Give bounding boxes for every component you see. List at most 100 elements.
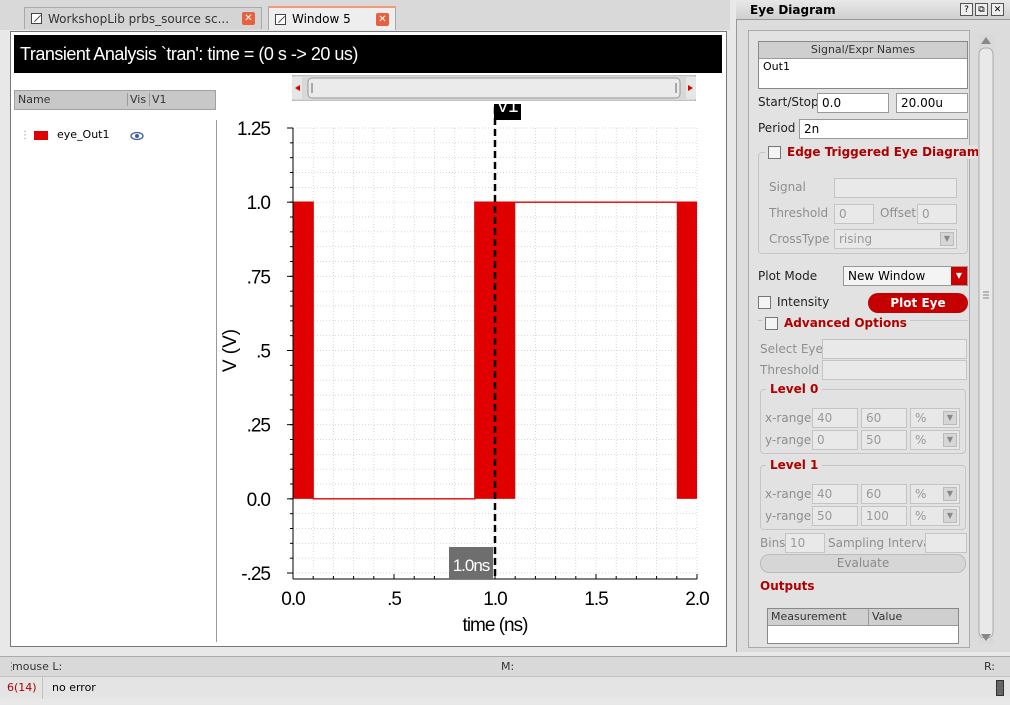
x-tick-label: 0.0 — [281, 589, 305, 610]
y-tick-label: 1.0 — [247, 193, 271, 214]
chevron-down-icon: ▼ — [943, 433, 957, 447]
intensity-toggle[interactable]: Intensity — [758, 295, 829, 309]
restore-icon[interactable]: ⧉ — [975, 3, 988, 16]
intensity-checkbox[interactable] — [758, 295, 771, 309]
level0-xunit-select[interactable]: % ▼ — [910, 408, 960, 428]
outputs-col-value[interactable]: Value — [868, 609, 902, 625]
tab-label: Window 5 — [292, 12, 351, 26]
chevron-down-icon: ▼ — [943, 411, 957, 425]
tab-window-5[interactable]: Window 5 ✕ — [268, 6, 396, 30]
legend-col-vis[interactable]: Vis — [127, 93, 146, 106]
bins-field[interactable]: 10 — [785, 533, 825, 553]
x-tick-label: .5 — [387, 589, 401, 610]
period-label: Period — [758, 121, 796, 135]
chevron-down-icon: ▼ — [943, 509, 957, 523]
close-icon[interactable]: ✕ — [376, 12, 389, 26]
plot-mode-select[interactable]: New Window ▼ — [843, 266, 968, 286]
chevron-down-icon: ▼ — [951, 267, 967, 285]
edge-triggered-toggle[interactable]: Edge Triggered Eye Diagram — [765, 145, 983, 159]
threshold-field[interactable]: 0 — [834, 204, 874, 224]
signal-field[interactable] — [834, 178, 957, 198]
level0-label: Level 0 — [766, 382, 823, 396]
y-tick-label: 1.25 — [237, 119, 270, 140]
level1-y1-field[interactable]: 50 — [812, 506, 858, 526]
level0-x1-field[interactable]: 40 — [812, 408, 858, 428]
y-tick-label: 0.0 — [247, 490, 271, 511]
select-eye-field[interactable] — [822, 339, 967, 359]
outputs-label: Outputs — [760, 579, 815, 593]
close-icon[interactable]: ✕ — [242, 12, 255, 25]
x-tick-label: 1.5 — [584, 589, 608, 610]
level1-label: Level 1 — [766, 458, 823, 472]
stop-field[interactable]: 20.00u — [896, 93, 968, 113]
series-color-swatch — [33, 130, 48, 140]
plot-title: Transient Analysis `tran': time = (0 s -… — [14, 35, 722, 73]
level0-xrange-label: x-range — [765, 411, 812, 425]
waveform-window-icon — [275, 13, 286, 25]
level0-yrange-label: y-range — [765, 433, 812, 447]
plot-mode-label: Plot Mode — [758, 269, 818, 283]
y-tick-label: .5 — [256, 342, 270, 363]
signal-expr-list[interactable]: Signal/Expr Names Out1 — [758, 41, 968, 89]
offset-label: Offset — [880, 206, 917, 220]
level1-x1-field[interactable]: 40 — [812, 484, 858, 504]
threshold2-field[interactable] — [822, 360, 967, 380]
close-icon[interactable]: ✕ — [991, 3, 1004, 16]
tab-workshoplib[interactable]: WorkshopLib prbs_source sc... ✕ — [24, 7, 262, 29]
intensity-label: Intensity — [777, 295, 830, 309]
outputs-col-measurement[interactable]: Measurement — [771, 609, 847, 625]
mouse-m-label: M: — [501, 660, 515, 673]
edge-triggered-checkbox[interactable] — [768, 145, 781, 159]
level1-xrange-label: x-range — [765, 487, 812, 501]
time-scrollbar[interactable] — [292, 75, 696, 101]
waveform-plot[interactable]: 0.0 .5 1.0 1.5 2.0 1.25 1.0 .75 .5 .25 0.0 -.25 time… — [220, 104, 720, 644]
sampling-interval-field[interactable] — [925, 533, 967, 553]
y-axis-label: V (V) — [220, 329, 241, 372]
marker-readout: 1.0ns — [453, 556, 490, 575]
level1-yunit-select[interactable]: % ▼ — [910, 506, 960, 526]
level1-xunit-select[interactable]: % ▼ — [910, 484, 960, 504]
outputs-table[interactable]: Measurement Value — [767, 608, 959, 644]
crosstype-value: rising — [839, 232, 873, 246]
level0-y2-field[interactable]: 50 — [861, 430, 907, 450]
bins-label: Bins — [760, 536, 786, 550]
threshold2-label: Threshold — [760, 363, 820, 377]
legend-item-name: eye_Out1 — [57, 128, 110, 141]
help-icon[interactable]: ? — [960, 3, 973, 16]
threshold-label: Threshold — [769, 206, 829, 220]
plot-eye-button[interactable]: Plot Eye — [868, 293, 968, 313]
level1-y2-field[interactable]: 100 — [861, 506, 907, 526]
resize-grip[interactable] — [996, 680, 1004, 696]
legend-item[interactable]: ⋮ eye_Out1 — [20, 128, 215, 146]
panel-scrollbar[interactable] — [978, 34, 994, 644]
level0-x2-field[interactable]: 60 — [861, 408, 907, 428]
mouse-l-label: mouse L: — [12, 660, 63, 673]
crosstype-select[interactable]: rising ▼ — [834, 229, 957, 249]
select-eye-label: Select Eye — [760, 342, 823, 356]
legend-divider[interactable] — [216, 120, 217, 642]
start-stop-label: Start/Stop — [758, 95, 819, 109]
advanced-options-checkbox[interactable] — [765, 316, 778, 330]
legend-col-name[interactable]: Name — [18, 93, 50, 106]
schematic-icon — [31, 13, 42, 24]
y-tick-label: .75 — [247, 267, 271, 288]
signal-expr-item[interactable]: Out1 — [759, 59, 967, 75]
level1-xunit-value: % — [915, 487, 927, 501]
marker-label: V1 — [496, 104, 518, 117]
signal-label: Signal — [769, 180, 806, 194]
level0-y1-field[interactable]: 0 — [812, 430, 858, 450]
legend-col-v1[interactable]: V1 — [149, 93, 167, 106]
level0-yunit-select[interactable]: % ▼ — [910, 430, 960, 450]
level0-xunit-value: % — [915, 411, 927, 425]
mouse-status-bar: ⋮ mouse L: M: R: — [0, 656, 1010, 676]
advanced-options-label: Advanced Options — [784, 316, 907, 330]
chevron-down-icon: ▼ — [943, 487, 957, 501]
offset-field[interactable]: 0 — [917, 204, 957, 224]
evaluate-button[interactable]: Evaluate — [760, 554, 966, 573]
x-tick-label: 1.0 — [483, 589, 507, 610]
period-field[interactable]: 2n — [799, 119, 968, 139]
advanced-options-toggle[interactable]: Advanced Options — [762, 316, 910, 330]
visibility-eye-icon[interactable] — [130, 131, 144, 141]
level1-x2-field[interactable]: 60 — [861, 484, 907, 504]
start-field[interactable]: 0.0 — [817, 93, 889, 113]
